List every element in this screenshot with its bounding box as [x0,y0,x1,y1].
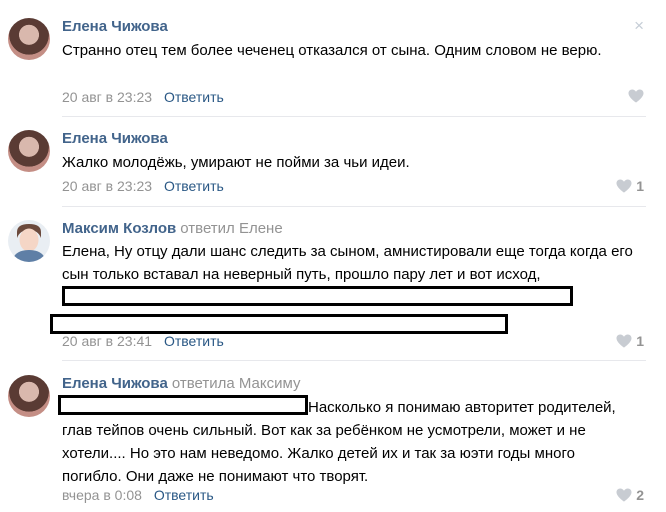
redaction-bar [62,286,573,306]
close-icon[interactable]: × [634,16,644,36]
avatar[interactable] [8,18,50,60]
comment-text: Насколько я понимаю авторитет родителей,… [58,395,637,488]
reply-to-label[interactable]: ответил Елене [180,220,282,237]
heart-icon [616,334,632,348]
comment-date[interactable]: вчера в 0:08 [62,487,142,503]
author-name[interactable]: Елена Чижова [62,130,168,147]
like-count: 1 [636,178,644,194]
like-button[interactable]: 1 [616,178,644,194]
divider [62,116,646,117]
comment-meta: 20 авг в 23:23 Ответить [62,178,224,194]
like-count: 1 [636,333,644,349]
comment-text: Жалко молодёжь, умирают не пойми за чьи … [62,154,410,171]
reply-button[interactable]: Ответить [164,178,224,194]
divider [62,206,646,207]
like-button[interactable]: 2 [616,487,644,503]
redaction-bar [50,314,508,334]
heart-icon [628,89,644,103]
comment-author[interactable]: Елена Чижова ответила Максиму [62,375,300,392]
heart-icon [616,488,632,502]
author-name[interactable]: Максим Козлов [62,220,176,237]
comment-date[interactable]: 20 авг в 23:23 [62,178,152,194]
avatar[interactable] [8,220,50,262]
comment-date[interactable]: 20 авг в 23:23 [62,89,152,105]
comment-date[interactable]: 20 авг в 23:41 [62,333,152,349]
reply-button[interactable]: Ответить [164,333,224,349]
default-avatar-icon [12,224,46,262]
redaction-bar [58,395,308,415]
like-count: 2 [636,487,644,503]
reply-to-label[interactable]: ответила Максиму [172,375,301,392]
comment-meta: 20 авг в 23:41 Ответить [62,333,224,349]
comment-meta: вчера в 0:08 Ответить [62,487,214,503]
author-name[interactable]: Елена Чижова [62,18,168,35]
like-button[interactable]: 1 [616,333,644,349]
divider [62,360,646,361]
author-name[interactable]: Елена Чижова [62,375,168,392]
comment-author[interactable]: Елена Чижова [62,130,168,147]
avatar[interactable] [8,130,50,172]
comment-meta: 20 авг в 23:23 Ответить [62,89,224,105]
comment-text: Странно отец тем более чеченец отказался… [62,42,602,59]
avatar[interactable] [8,375,50,417]
comment-text-part: Елена, Ну отцу дали шанс следить за сыно… [62,243,633,283]
comment-author[interactable]: Максим Козлов ответил Елене [62,220,283,237]
heart-icon [616,179,632,193]
reply-button[interactable]: Ответить [164,89,224,105]
like-button[interactable] [628,89,644,103]
comment-author[interactable]: Елена Чижова [62,18,168,35]
reply-button[interactable]: Ответить [154,487,214,503]
comment-text: Елена, Ну отцу дали шанс следить за сыно… [50,240,637,338]
